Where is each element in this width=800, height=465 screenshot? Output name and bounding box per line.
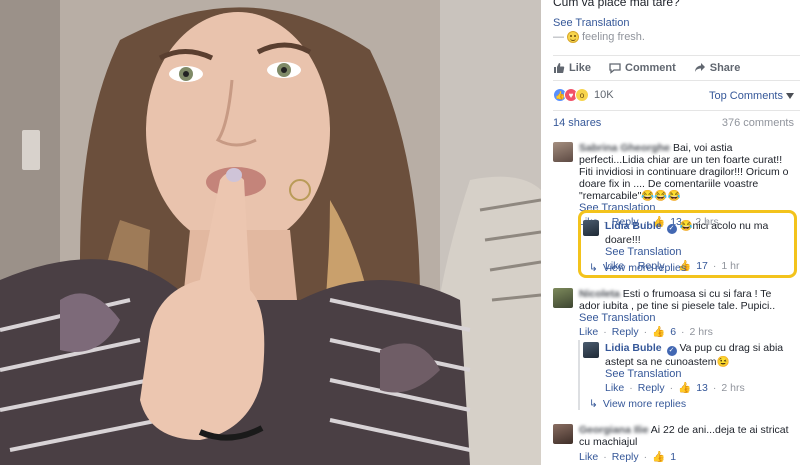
post-actions: Like Comment Share — [553, 62, 740, 74]
comment-item: Nicoleta Esti o frumoasa si cu si fara !… — [553, 288, 793, 338]
feeling-dash: — — [553, 31, 564, 43]
reply-like-link[interactable]: Like — [605, 382, 624, 394]
reaction-summary[interactable]: 👍 ♥ o 10K — [553, 88, 614, 102]
post-sidebar: Cum va place mai tare? See Translation —… — [541, 0, 800, 465]
share-icon — [694, 63, 705, 72]
reply-actions: Like · Reply · 👍 13 · 2 hrs — [605, 382, 745, 394]
verified-badge-icon: ✓ — [666, 224, 677, 234]
comment-like-link[interactable]: Like — [579, 451, 598, 463]
comments-count[interactable]: 376 comments — [722, 117, 794, 129]
reply-author[interactable]: Lidia Buble — [605, 342, 662, 354]
view-more-replies-link[interactable]: ↳ View more replies — [589, 398, 686, 410]
thumbs-up-icon — [554, 63, 565, 73]
comment-see-translation-link[interactable]: See Translation — [579, 202, 793, 214]
avatar[interactable] — [553, 424, 573, 444]
reply-arrow-icon: ↳ — [589, 398, 598, 410]
comment-like-count[interactable]: 1 — [670, 451, 676, 463]
comment-author[interactable]: Nicoleta — [579, 288, 620, 300]
comment-button[interactable]: Comment — [609, 62, 676, 74]
like-label: Like — [569, 62, 592, 74]
post-photo[interactable] — [0, 0, 541, 465]
feeling-status: — feeling fresh. — [553, 31, 645, 43]
reply-see-translation-link[interactable]: See Translation — [605, 246, 793, 258]
comment-see-translation-link[interactable]: See Translation — [579, 312, 793, 324]
comment-reply-link[interactable]: Reply — [612, 451, 639, 463]
reply-reply-link[interactable]: Reply — [638, 382, 665, 394]
reply-item: Lidia Buble ✓ Va pup cu drag si abia ast… — [583, 342, 793, 394]
comment-label: Comment — [625, 62, 676, 74]
comment-reply-link[interactable]: Reply — [612, 326, 639, 338]
reply-like-count[interactable]: 17 — [696, 260, 708, 272]
view-more-replies-label: View more replies — [602, 398, 687, 410]
post-see-translation-link[interactable]: See Translation — [553, 17, 629, 29]
comment-actions: Like · Reply · 👍 1 — [579, 451, 677, 463]
share-label: Share — [709, 62, 741, 74]
chevron-down-icon — [786, 93, 794, 99]
view-more-replies-label: View more replies — [602, 262, 687, 274]
thumbs-up-icon: 👍 — [652, 451, 666, 463]
smiley-icon — [567, 31, 579, 43]
avatar[interactable] — [553, 142, 573, 162]
avatar[interactable] — [583, 220, 599, 236]
like-button[interactable]: Like — [553, 62, 591, 74]
reply-like-count[interactable]: 13 — [696, 382, 708, 394]
avatar[interactable] — [553, 288, 573, 308]
sort-label: Top Comments — [709, 90, 783, 102]
reply-thread-line — [578, 340, 580, 410]
view-more-replies-link[interactable]: ↳ View more replies — [589, 262, 686, 274]
comment-sort-dropdown[interactable]: Top Comments — [709, 90, 794, 102]
divider — [553, 80, 800, 81]
divider — [553, 110, 800, 111]
share-button[interactable]: Share — [694, 62, 741, 74]
comment-author[interactable]: Sabrina Gheorghe — [579, 142, 670, 154]
comment-like-count[interactable]: 6 — [670, 326, 676, 338]
comment-item: Georgiana Ilie Ai 22 de ani...deja te ai… — [553, 424, 793, 463]
reply-time[interactable]: 2 hrs — [721, 382, 744, 394]
reply-author[interactable]: Lidia Buble — [605, 220, 662, 232]
comment-actions: Like · Reply · 👍 6 · 2 hrs — [579, 326, 713, 338]
selfie-illustration — [0, 0, 541, 465]
post-meta: 14 shares 376 comments — [553, 117, 794, 129]
comment-item: Sabrina Gheorghe Bai, voi astia perfecti… — [553, 142, 793, 228]
wow-reaction-icon: o — [575, 88, 589, 102]
feeling-text: feeling fresh. — [582, 31, 645, 43]
thumbs-up-icon: 👍 — [652, 326, 666, 338]
comment-icon — [609, 63, 621, 74]
comment-time[interactable]: 2 hrs — [690, 326, 713, 338]
reaction-count: 10K — [594, 89, 614, 101]
reply-arrow-icon: ↳ — [589, 262, 598, 274]
shares-count[interactable]: 14 shares — [553, 117, 601, 129]
verified-badge-icon: ✓ — [666, 346, 677, 356]
post-caption: Cum va place mai tare? — [553, 0, 680, 9]
comment-author[interactable]: Georgiana Ilie — [579, 424, 648, 436]
reply-see-translation-link[interactable]: See Translation — [605, 368, 793, 380]
thumbs-up-icon: 👍 — [678, 382, 692, 394]
reply-time[interactable]: 1 hr — [721, 260, 739, 272]
comment-like-link[interactable]: Like — [579, 326, 598, 338]
avatar[interactable] — [583, 342, 599, 358]
divider — [553, 55, 800, 56]
